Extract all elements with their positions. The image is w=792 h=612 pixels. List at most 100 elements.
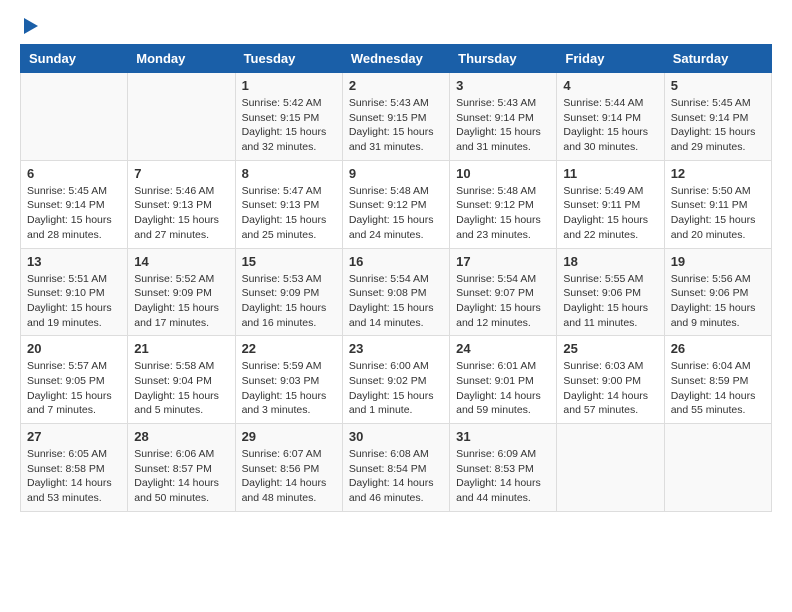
day-number: 20 bbox=[27, 341, 121, 356]
calendar-cell: 30 Sunrise: 6:08 AM Sunset: 8:54 PM Dayli… bbox=[342, 424, 449, 512]
calendar-cell: 3 Sunrise: 5:43 AM Sunset: 9:14 PM Daylig… bbox=[450, 73, 557, 161]
calendar-cell: 24 Sunrise: 6:01 AM Sunset: 9:01 PM Dayli… bbox=[450, 336, 557, 424]
calendar-cell: 11Sunrise: 5:49 AM Sunset: 9:11 PM Dayli… bbox=[557, 160, 664, 248]
day-number: 6 bbox=[27, 166, 121, 181]
day-number: 31 bbox=[456, 429, 550, 444]
day-info: Sunrise: 6:01 AM Sunset: 9:01 PM Dayligh… bbox=[456, 359, 550, 418]
day-info: Sunrise: 6:00 AM Sunset: 9:02 PM Dayligh… bbox=[349, 359, 443, 418]
day-number: 25 bbox=[563, 341, 657, 356]
calendar-day-header: Friday bbox=[557, 45, 664, 73]
calendar-day-header: Sunday bbox=[21, 45, 128, 73]
calendar-cell: 6 Sunrise: 5:45 AM Sunset: 9:14 PM Daylig… bbox=[21, 160, 128, 248]
calendar-cell: 27 Sunrise: 6:05 AM Sunset: 8:58 PM Dayli… bbox=[21, 424, 128, 512]
calendar-cell: 1 Sunrise: 5:42 AM Sunset: 9:15 PM Daylig… bbox=[235, 73, 342, 161]
day-number: 2 bbox=[349, 78, 443, 93]
calendar-cell: 13 Sunrise: 5:51 AM Sunset: 9:10 PM Dayli… bbox=[21, 248, 128, 336]
day-info: Sunrise: 5:58 AM Sunset: 9:04 PM Dayligh… bbox=[134, 359, 228, 418]
day-info: Sunrise: 5:49 AM Sunset: 9:11 PM Dayligh… bbox=[563, 184, 657, 243]
calendar-day-header: Tuesday bbox=[235, 45, 342, 73]
day-number: 9 bbox=[349, 166, 443, 181]
day-number: 22 bbox=[242, 341, 336, 356]
day-info: Sunrise: 5:47 AM Sunset: 9:13 PM Dayligh… bbox=[242, 184, 336, 243]
day-info: Sunrise: 5:59 AM Sunset: 9:03 PM Dayligh… bbox=[242, 359, 336, 418]
day-number: 21 bbox=[134, 341, 228, 356]
calendar-cell bbox=[128, 73, 235, 161]
calendar-cell: 26 Sunrise: 6:04 AM Sunset: 8:59 PM Dayli… bbox=[664, 336, 771, 424]
day-info: Sunrise: 6:08 AM Sunset: 8:54 PM Dayligh… bbox=[349, 447, 443, 506]
day-info: Sunrise: 6:06 AM Sunset: 8:57 PM Dayligh… bbox=[134, 447, 228, 506]
day-number: 17 bbox=[456, 254, 550, 269]
day-info: Sunrise: 5:53 AM Sunset: 9:09 PM Dayligh… bbox=[242, 272, 336, 331]
day-number: 4 bbox=[563, 78, 657, 93]
day-info: Sunrise: 5:54 AM Sunset: 9:07 PM Dayligh… bbox=[456, 272, 550, 331]
day-number: 15 bbox=[242, 254, 336, 269]
day-info: Sunrise: 5:44 AM Sunset: 9:14 PM Dayligh… bbox=[563, 96, 657, 155]
calendar-cell: 25 Sunrise: 6:03 AM Sunset: 9:00 PM Dayli… bbox=[557, 336, 664, 424]
day-number: 23 bbox=[349, 341, 443, 356]
calendar-cell: 16 Sunrise: 5:54 AM Sunset: 9:08 PM Dayli… bbox=[342, 248, 449, 336]
calendar-cell: 19Sunrise: 5:56 AM Sunset: 9:06 PM Dayli… bbox=[664, 248, 771, 336]
day-info: Sunrise: 5:46 AM Sunset: 9:13 PM Dayligh… bbox=[134, 184, 228, 243]
calendar-week-row: 6 Sunrise: 5:45 AM Sunset: 9:14 PM Daylig… bbox=[21, 160, 772, 248]
day-info: Sunrise: 5:45 AM Sunset: 9:14 PM Dayligh… bbox=[671, 96, 765, 155]
day-number: 7 bbox=[134, 166, 228, 181]
day-info: Sunrise: 6:07 AM Sunset: 8:56 PM Dayligh… bbox=[242, 447, 336, 506]
day-info: Sunrise: 5:43 AM Sunset: 9:14 PM Dayligh… bbox=[456, 96, 550, 155]
calendar-header-row: SundayMondayTuesdayWednesdayThursdayFrid… bbox=[21, 45, 772, 73]
day-number: 28 bbox=[134, 429, 228, 444]
day-info: Sunrise: 5:48 AM Sunset: 9:12 PM Dayligh… bbox=[456, 184, 550, 243]
calendar-week-row: 1 Sunrise: 5:42 AM Sunset: 9:15 PM Daylig… bbox=[21, 73, 772, 161]
calendar-cell: 28 Sunrise: 6:06 AM Sunset: 8:57 PM Dayli… bbox=[128, 424, 235, 512]
calendar-week-row: 20 Sunrise: 5:57 AM Sunset: 9:05 PM Dayli… bbox=[21, 336, 772, 424]
calendar-cell: 14Sunrise: 5:52 AM Sunset: 9:09 PM Dayli… bbox=[128, 248, 235, 336]
day-info: Sunrise: 5:54 AM Sunset: 9:08 PM Dayligh… bbox=[349, 272, 443, 331]
day-number: 3 bbox=[456, 78, 550, 93]
day-info: Sunrise: 5:50 AM Sunset: 9:11 PM Dayligh… bbox=[671, 184, 765, 243]
day-number: 30 bbox=[349, 429, 443, 444]
calendar-cell: 7 Sunrise: 5:46 AM Sunset: 9:13 PM Daylig… bbox=[128, 160, 235, 248]
day-number: 27 bbox=[27, 429, 121, 444]
day-info: Sunrise: 5:43 AM Sunset: 9:15 PM Dayligh… bbox=[349, 96, 443, 155]
day-info: Sunrise: 5:48 AM Sunset: 9:12 PM Dayligh… bbox=[349, 184, 443, 243]
day-number: 24 bbox=[456, 341, 550, 356]
day-info: Sunrise: 5:42 AM Sunset: 9:15 PM Dayligh… bbox=[242, 96, 336, 155]
calendar-cell: 15 Sunrise: 5:53 AM Sunset: 9:09 PM Dayli… bbox=[235, 248, 342, 336]
day-info: Sunrise: 6:05 AM Sunset: 8:58 PM Dayligh… bbox=[27, 447, 121, 506]
calendar-cell: 4 Sunrise: 5:44 AM Sunset: 9:14 PM Daylig… bbox=[557, 73, 664, 161]
day-info: Sunrise: 5:51 AM Sunset: 9:10 PM Dayligh… bbox=[27, 272, 121, 331]
calendar-cell bbox=[21, 73, 128, 161]
calendar-cell bbox=[557, 424, 664, 512]
calendar-cell bbox=[664, 424, 771, 512]
day-info: Sunrise: 6:04 AM Sunset: 8:59 PM Dayligh… bbox=[671, 359, 765, 418]
day-info: Sunrise: 6:03 AM Sunset: 9:00 PM Dayligh… bbox=[563, 359, 657, 418]
day-info: Sunrise: 5:45 AM Sunset: 9:14 PM Dayligh… bbox=[27, 184, 121, 243]
calendar-day-header: Thursday bbox=[450, 45, 557, 73]
day-info: Sunrise: 5:56 AM Sunset: 9:06 PM Dayligh… bbox=[671, 272, 765, 331]
calendar-cell: 22 Sunrise: 5:59 AM Sunset: 9:03 PM Dayli… bbox=[235, 336, 342, 424]
day-number: 5 bbox=[671, 78, 765, 93]
day-number: 10 bbox=[456, 166, 550, 181]
calendar-cell: 10 Sunrise: 5:48 AM Sunset: 9:12 PM Dayli… bbox=[450, 160, 557, 248]
calendar-cell: 23 Sunrise: 6:00 AM Sunset: 9:02 PM Dayli… bbox=[342, 336, 449, 424]
calendar-table: SundayMondayTuesdayWednesdayThursdayFrid… bbox=[20, 44, 772, 512]
calendar-day-header: Wednesday bbox=[342, 45, 449, 73]
day-number: 12 bbox=[671, 166, 765, 181]
day-info: Sunrise: 5:57 AM Sunset: 9:05 PM Dayligh… bbox=[27, 359, 121, 418]
calendar-day-header: Monday bbox=[128, 45, 235, 73]
day-info: Sunrise: 5:55 AM Sunset: 9:06 PM Dayligh… bbox=[563, 272, 657, 331]
calendar-cell: 20 Sunrise: 5:57 AM Sunset: 9:05 PM Dayli… bbox=[21, 336, 128, 424]
calendar-week-row: 13 Sunrise: 5:51 AM Sunset: 9:10 PM Dayli… bbox=[21, 248, 772, 336]
page-header bbox=[20, 20, 772, 34]
calendar-cell: 2 Sunrise: 5:43 AM Sunset: 9:15 PM Daylig… bbox=[342, 73, 449, 161]
logo-arrow-icon bbox=[24, 18, 38, 34]
day-number: 16 bbox=[349, 254, 443, 269]
day-number: 1 bbox=[242, 78, 336, 93]
day-info: Sunrise: 6:09 AM Sunset: 8:53 PM Dayligh… bbox=[456, 447, 550, 506]
day-number: 8 bbox=[242, 166, 336, 181]
day-number: 13 bbox=[27, 254, 121, 269]
calendar-cell: 29 Sunrise: 6:07 AM Sunset: 8:56 PM Dayli… bbox=[235, 424, 342, 512]
day-number: 29 bbox=[242, 429, 336, 444]
calendar-cell: 21 Sunrise: 5:58 AM Sunset: 9:04 PM Dayli… bbox=[128, 336, 235, 424]
day-number: 26 bbox=[671, 341, 765, 356]
day-number: 18 bbox=[563, 254, 657, 269]
